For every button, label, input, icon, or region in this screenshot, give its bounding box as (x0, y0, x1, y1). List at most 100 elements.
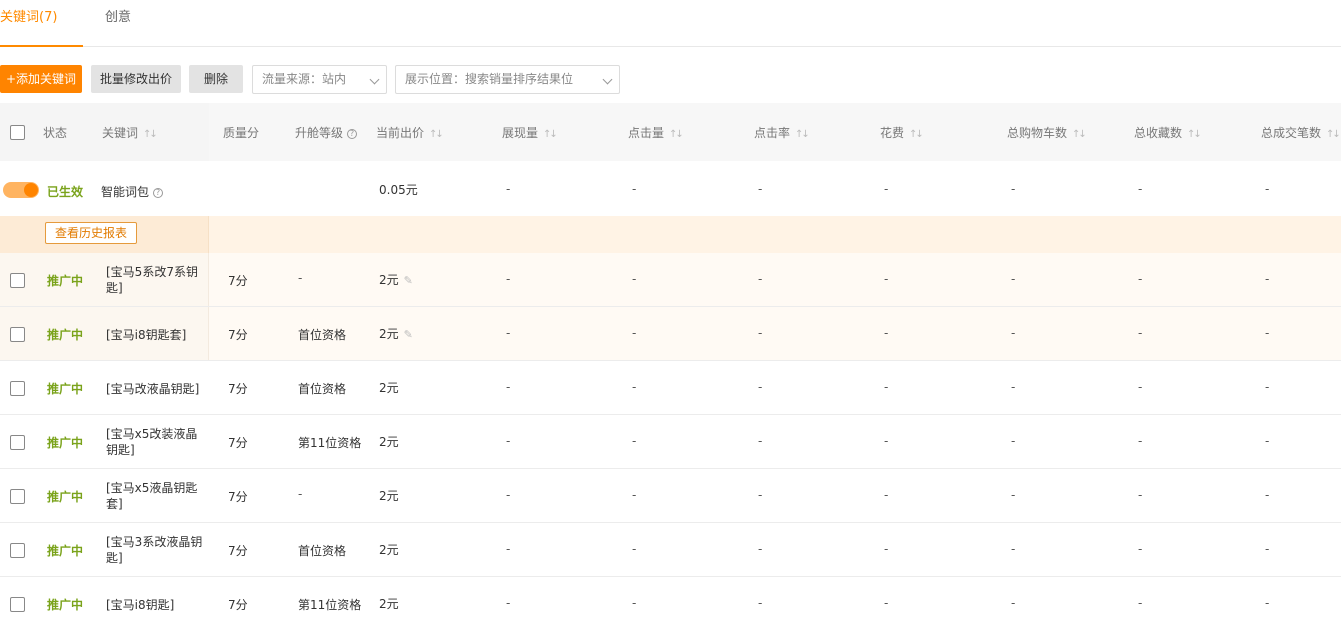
sort-icon[interactable]: ↑↓ (543, 129, 558, 140)
impressions-value: - (506, 272, 511, 286)
display-position-select[interactable]: 展示位置：搜索销量排序结果位 (395, 65, 620, 94)
orders-value: - (1265, 380, 1270, 394)
impressions-value: - (506, 434, 511, 448)
ctr-value: - (758, 182, 763, 196)
smart-package-name: 智能词包? (101, 183, 164, 200)
smart-package-label: 智能词包 (101, 185, 150, 199)
sort-icon[interactable]: ↑↓ (669, 129, 684, 140)
header-orders[interactable]: 总成交笔数 ↑↓ (1261, 124, 1341, 141)
fav-value: - (1138, 326, 1143, 340)
row-checkbox[interactable] (10, 381, 25, 396)
table-row: 推广中 [宝马x5改装液晶钥匙] 7分 第11位资格 2元 - - - - - … (0, 415, 1341, 469)
bid-value[interactable]: 2元 (379, 433, 399, 450)
traffic-source-select[interactable]: 流量来源：站内 (252, 65, 387, 94)
chevron-down-icon (602, 74, 613, 85)
header-keyword[interactable]: 关键词 ↑↓ (102, 124, 158, 141)
clicks-value: - (632, 326, 637, 340)
table-row: 推广中 [宝马i8钥匙套] 7分 首位资格 2元 ✎ - - - - - - - (0, 307, 1341, 361)
tab-keywords[interactable]: 关键词(7) (0, 0, 83, 47)
history-report-band: 查看历史报表 (0, 216, 1341, 253)
cost-value: - (884, 272, 889, 286)
header-keyword-label: 关键词 (102, 126, 139, 140)
sort-icon[interactable]: ↑↓ (1187, 129, 1202, 140)
tab-bar: 关键词(7) 创意 (0, 0, 1341, 47)
cart-value: - (1011, 488, 1016, 502)
header-bid[interactable]: 当前出价 ↑↓ (376, 124, 444, 141)
delete-button[interactable]: 删除 (189, 65, 243, 93)
quality-score: 7分 (228, 598, 248, 612)
status-toggle[interactable] (3, 182, 39, 198)
sort-icon[interactable]: ↑↓ (143, 129, 158, 140)
ctr-value: - (758, 596, 763, 610)
bid-value[interactable]: 2元 (379, 541, 399, 558)
clicks-value: - (632, 380, 637, 394)
cost-value: - (884, 488, 889, 502)
display-position-value: 搜索销量排序结果位 (465, 72, 574, 86)
status-label: 推广中 (47, 544, 84, 558)
fav-value: - (1138, 596, 1143, 610)
row-checkbox[interactable] (10, 435, 25, 450)
batch-edit-bid-button[interactable]: 批量修改出价 (91, 65, 181, 93)
keyword-text: [宝马5系改7系钥匙] (106, 265, 198, 295)
impressions-value: - (506, 596, 511, 610)
add-keyword-button[interactable]: +添加关键词 (0, 65, 82, 93)
table-row: 推广中 [宝马x5液晶钥匙套] 7分 - 2元 - - - - - - - (0, 469, 1341, 523)
bid-value[interactable]: 2元 (379, 487, 399, 504)
bid-cell[interactable]: 2元 ✎ (379, 271, 413, 288)
row-checkbox[interactable] (10, 489, 25, 504)
ctr-value: - (758, 488, 763, 502)
status-label: 推广中 (47, 436, 84, 450)
sort-icon[interactable]: ↑↓ (1326, 129, 1341, 140)
sort-icon[interactable]: ↑↓ (795, 129, 810, 140)
keyword-text: [宝马i8钥匙] (106, 598, 175, 612)
ctr-value: - (758, 272, 763, 286)
row-checkbox[interactable] (10, 597, 25, 612)
row-checkbox[interactable] (10, 273, 25, 288)
header-cost[interactable]: 花费 ↑↓ (880, 124, 924, 141)
impressions-value: - (506, 542, 511, 556)
help-icon[interactable]: ? (347, 129, 358, 139)
cart-value: - (1011, 542, 1016, 556)
orders-value: - (1265, 488, 1270, 502)
header-clicks-label: 点击量 (628, 126, 665, 140)
bid-value[interactable]: 2元 (379, 379, 399, 396)
bid-value: 2元 (379, 327, 399, 341)
header-impressions[interactable]: 展现量 ↑↓ (502, 124, 558, 141)
traffic-source-value: 站内 (322, 72, 347, 86)
header-cost-label: 花费 (880, 126, 905, 140)
sort-icon[interactable]: ↑↓ (909, 129, 924, 140)
header-fav[interactable]: 总收藏数 ↑↓ (1134, 124, 1202, 141)
header-ctr[interactable]: 点击率 ↑↓ (754, 124, 810, 141)
pencil-icon[interactable]: ✎ (404, 328, 413, 341)
bid-value[interactable]: 2元 (379, 595, 399, 612)
row-checkbox[interactable] (10, 327, 25, 342)
header-clicks[interactable]: 点击量 ↑↓ (628, 124, 684, 141)
cart-value: - (1011, 326, 1016, 340)
keyword-text: [宝马x5改装液晶钥匙] (106, 427, 198, 457)
row-checkbox[interactable] (10, 543, 25, 558)
orders-value: - (1265, 182, 1270, 196)
header-cart[interactable]: 总购物车数 ↑↓ (1007, 124, 1087, 141)
sort-icon[interactable]: ↑↓ (1072, 129, 1087, 140)
table-header: 状态 关键词 ↑↓ 质量分 升舱等级? 当前出价 ↑↓ 展现量 ↑↓ 点击量 ↑↓ 点击… (0, 103, 1341, 161)
quality-score: 7分 (228, 328, 248, 342)
select-all-checkbox[interactable] (10, 125, 25, 140)
sort-icon[interactable]: ↑↓ (429, 129, 444, 140)
tab-creative[interactable]: 创意 (105, 0, 131, 47)
header-impressions-label: 展现量 (502, 126, 539, 140)
smart-package-row: 已生效 智能词包? 0.05元 - - - - - - - (0, 161, 1341, 216)
keyword-text: [宝马3系改液晶钥匙] (106, 535, 203, 565)
view-history-report-button[interactable]: 查看历史报表 (45, 222, 137, 244)
clicks-value: - (632, 182, 637, 196)
ctr-value: - (758, 380, 763, 394)
clicks-value: - (632, 272, 637, 286)
impressions-value: - (506, 326, 511, 340)
bid-cell[interactable]: 2元 ✎ (379, 325, 413, 342)
fav-value: - (1138, 488, 1143, 502)
quality-score: 7分 (228, 274, 248, 288)
status-label: 推广中 (47, 598, 84, 612)
cost-value: - (884, 182, 889, 196)
orders-value: - (1265, 542, 1270, 556)
help-icon[interactable]: ? (153, 188, 164, 198)
pencil-icon[interactable]: ✎ (404, 274, 413, 287)
